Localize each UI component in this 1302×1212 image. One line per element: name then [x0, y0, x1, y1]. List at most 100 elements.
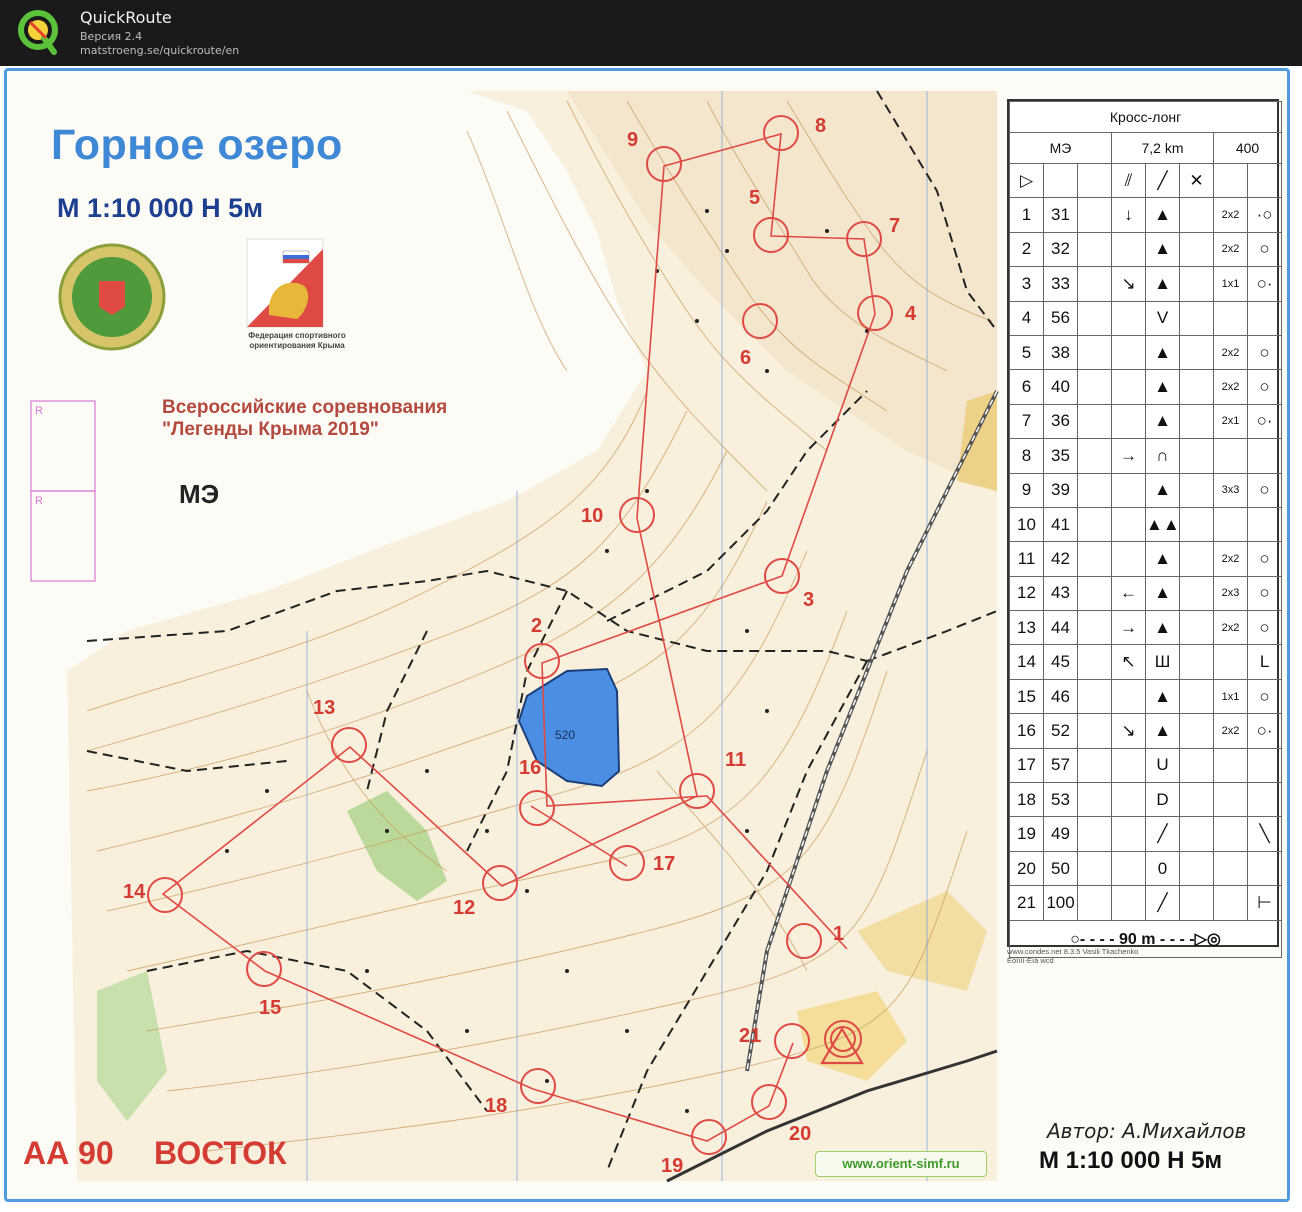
description-row: 10 41 ▲▲ — [1009, 506, 1283, 543]
appearance-cell — [1179, 266, 1214, 302]
appearance-cell — [1179, 438, 1214, 474]
map-author: Автор: А.Михайлов — [1047, 1119, 1247, 1143]
description-row: 17 57 U — [1009, 747, 1283, 784]
dimension-cell — [1213, 644, 1248, 680]
map-canvas[interactable]: Горное озеро М 1:10 000 Н 5м Федерация с… — [4, 68, 1290, 1202]
feature-cell: ▲ — [1145, 197, 1180, 233]
control-order: 11 — [1009, 541, 1044, 577]
release-box-label-1: R — [35, 405, 43, 417]
dimension-cell: 2x2 — [1213, 610, 1248, 646]
feature-cell: ▲ — [1145, 231, 1180, 268]
control-code: 52 — [1043, 713, 1078, 749]
blank-cell — [1077, 816, 1112, 852]
feature-cell: ∩ — [1145, 438, 1180, 474]
direction-cell: → — [1111, 610, 1146, 646]
control-code: 42 — [1043, 541, 1078, 577]
position-cell: ○· — [1246, 403, 1283, 440]
direction-cell: ↘ — [1111, 266, 1146, 302]
description-row: 7 36 ▲ 2x1 ○· — [1009, 403, 1283, 440]
control-number: 2 — [531, 615, 543, 637]
dimension-cell — [1213, 885, 1248, 921]
path-icon: ⫽ — [1111, 162, 1146, 199]
control-number: 3 — [803, 589, 815, 611]
blank-cell — [1077, 197, 1112, 233]
description-row: 3 33 ↘ ▲ 1x1 ○· — [1009, 266, 1283, 302]
position-cell: ○ — [1246, 369, 1283, 405]
control-order: 10 — [1009, 506, 1044, 543]
lake-height-label: 520 — [555, 728, 576, 742]
appearance-cell — [1179, 747, 1214, 784]
appearance-cell — [1179, 885, 1214, 921]
app-url: matstroeng.se/quickroute/en — [80, 44, 240, 57]
control-order: 7 — [1009, 403, 1044, 440]
direction-cell: ↓ — [1111, 197, 1146, 233]
feature-cell: ╱ — [1145, 885, 1180, 921]
control-order: 19 — [1009, 816, 1044, 852]
control-number: 9 — [627, 129, 639, 151]
russian-federation-seal-icon — [58, 243, 166, 351]
control-code: 31 — [1043, 197, 1078, 233]
direction-cell — [1111, 816, 1146, 852]
control-code: 53 — [1043, 782, 1078, 818]
description-row: 20 50 0 — [1009, 850, 1283, 887]
map-area-name: ВОСТОК — [154, 1135, 287, 1171]
direction-cell — [1111, 369, 1146, 405]
start-symbol-icon: ▷ — [1009, 162, 1044, 199]
control-number: 7 — [889, 215, 901, 237]
blank-cell — [1077, 334, 1112, 371]
description-row: 4 56 V — [1009, 300, 1283, 336]
feature-cell: ▲ — [1145, 575, 1180, 612]
app-version: Версия 2.4 — [80, 30, 143, 43]
control-code: 40 — [1043, 369, 1078, 405]
dimension-cell: 2x1 — [1213, 403, 1248, 440]
control-code: 35 — [1043, 438, 1078, 474]
app-title: QuickRoute — [80, 8, 172, 27]
event-line-1: Всероссийские соревнования — [162, 397, 448, 418]
direction-cell — [1111, 541, 1146, 577]
blank-cell — [1077, 266, 1112, 302]
control-number: 14 — [123, 881, 146, 903]
crimea-federation-logo-icon — [246, 238, 324, 328]
control-order: 17 — [1009, 747, 1044, 784]
course-class: МЭ — [1009, 132, 1112, 164]
position-cell: ○ — [1246, 334, 1283, 371]
control-description-sheet: Кросс-лонг МЭ 7,2 km 400 ▷ ⫽ ╱ ✕ 1 31 ↓ ▲ 2x… — [1007, 99, 1283, 958]
control-code: 44 — [1043, 610, 1078, 646]
dimension-cell — [1213, 747, 1248, 784]
direction-cell — [1111, 300, 1146, 336]
control-number: 21 — [739, 1025, 762, 1047]
direction-cell: ↘ — [1111, 713, 1146, 749]
control-order: 18 — [1009, 782, 1044, 818]
position-cell — [1246, 506, 1283, 543]
blank-cell — [1077, 472, 1112, 508]
federation-caption: Федерация спортивного ориентирования Кры… — [248, 331, 346, 350]
feature-cell: ▲ — [1145, 713, 1180, 749]
app-header: QuickRoute Версия 2.4 matstroeng.se/quic… — [0, 0, 1302, 66]
control-order: 13 — [1009, 610, 1044, 646]
position-cell: ○ — [1246, 610, 1283, 646]
dimension-cell — [1213, 850, 1248, 887]
dimension-cell: 1x1 — [1213, 678, 1248, 715]
position-cell: ⊢ — [1246, 885, 1283, 921]
appearance-cell — [1179, 678, 1214, 715]
website-link[interactable]: www.orient-simf.ru — [815, 1151, 987, 1177]
appearance-cell — [1179, 644, 1214, 680]
blank-cell — [1077, 644, 1112, 680]
appearance-cell — [1179, 369, 1214, 405]
feature-cell: ▲ — [1145, 541, 1180, 577]
description-row: 6 40 ▲ 2x2 ○ — [1009, 369, 1283, 405]
control-number: 18 — [485, 1095, 508, 1117]
description-row: 2 32 ▲ 2x2 ○ — [1009, 231, 1283, 268]
feature-cell: 0 — [1145, 850, 1180, 887]
control-order: 2 — [1009, 231, 1044, 268]
blank-cell — [1077, 850, 1112, 887]
control-order: 8 — [1009, 438, 1044, 474]
control-order: 21 — [1009, 885, 1044, 921]
dimension-cell: 2x3 — [1213, 575, 1248, 612]
control-code: 57 — [1043, 747, 1078, 784]
release-box-label-2: R — [35, 495, 43, 507]
direction-cell — [1111, 747, 1146, 784]
blank-cell — [1077, 747, 1112, 784]
appearance-cell — [1179, 506, 1214, 543]
blank-cell — [1077, 610, 1112, 646]
